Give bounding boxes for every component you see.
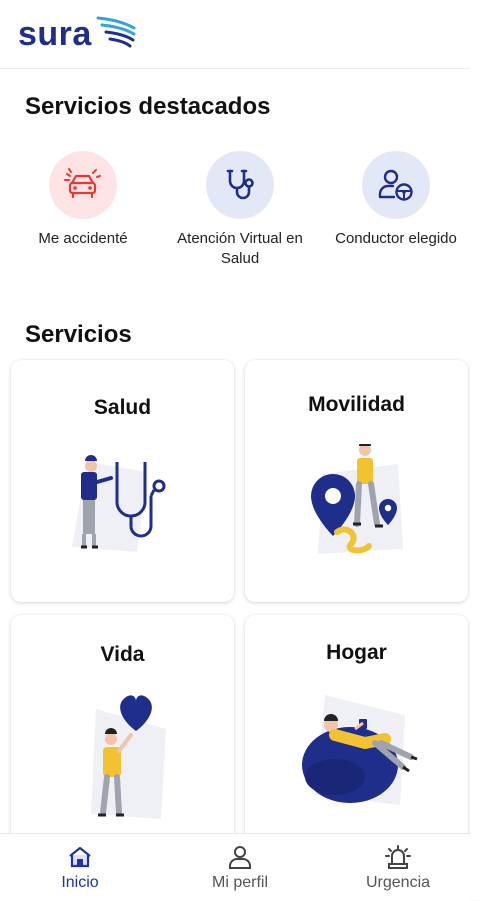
- nav-label: Inicio: [61, 874, 99, 891]
- featured-item-label: Atención Virtual en Salud: [177, 230, 303, 267]
- virtual-health-icon-circle: [206, 151, 274, 219]
- featured-item-virtual-health[interactable]: Atención Virtual en Salud: [162, 151, 318, 269]
- service-card-hogar[interactable]: Hogar: [245, 615, 468, 833]
- card-title: Vida: [100, 643, 145, 666]
- featured-item-accident[interactable]: Me accidenté: [5, 151, 161, 249]
- accident-icon-circle: [49, 151, 117, 219]
- card-title: Hogar: [326, 641, 387, 664]
- siren-icon: [385, 845, 411, 869]
- home-illustration: [302, 695, 418, 805]
- profile-icon: [229, 846, 251, 869]
- nav-item-home[interactable]: Inicio: [2, 844, 158, 892]
- life-illustration: [91, 695, 166, 819]
- featured-services: Me accidenté Atención Virtual en Salud C…: [0, 151, 470, 281]
- nav-label: Mi perfil: [211, 874, 268, 891]
- stethoscope-icon: [226, 169, 254, 200]
- driver-icon-circle: [362, 151, 430, 219]
- bottom-navigation: Inicio Mi perfil Urgencia: [0, 833, 470, 901]
- service-card-vida[interactable]: Vida: [11, 615, 234, 833]
- featured-item-label: Me accidenté: [38, 230, 128, 247]
- driver-icon: [378, 169, 413, 201]
- featured-item-label: Conductor elegido: [335, 230, 457, 247]
- logo-wing-icon: [96, 16, 136, 48]
- services-title: Servicios: [25, 321, 132, 348]
- main-content[interactable]: Servicios destacados Me accidenté Atenci…: [0, 69, 470, 833]
- nav-item-emergency[interactable]: Urgencia: [320, 844, 476, 892]
- right-edge: [470, 0, 480, 900]
- home-icon: [69, 846, 91, 868]
- service-card-movilidad[interactable]: Movilidad: [245, 360, 468, 602]
- car-crash-icon: [64, 168, 101, 199]
- nav-item-profile[interactable]: Mi perfil: [162, 844, 318, 892]
- card-title: Movilidad: [308, 393, 405, 416]
- sura-logo[interactable]: sura: [18, 12, 138, 56]
- mobility-illustration: [311, 444, 403, 554]
- card-title: Salud: [93, 396, 152, 419]
- logo-text: sura: [18, 15, 92, 53]
- health-illustration: [72, 455, 166, 552]
- featured-title: Servicios destacados: [25, 93, 271, 120]
- service-card-salud[interactable]: Salud: [11, 360, 234, 602]
- featured-item-designated-driver[interactable]: Conductor elegido: [318, 151, 470, 249]
- app-header: sura: [0, 0, 470, 69]
- nav-label: Urgencia: [365, 874, 431, 891]
